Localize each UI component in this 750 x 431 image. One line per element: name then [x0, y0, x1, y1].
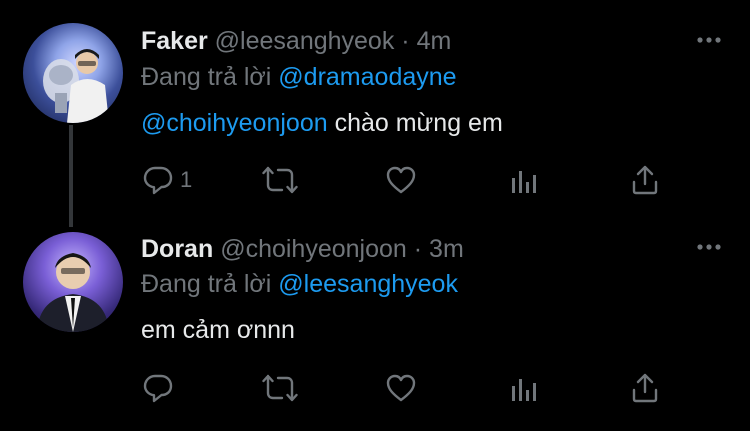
tweet-header: Doran @choihyeonjoon · 3m — [141, 235, 464, 264]
replying-prefix: Đang trả lời — [141, 63, 272, 91]
replying-to-link[interactable]: @dramaodayne — [278, 63, 456, 91]
replying-prefix: Đang trả lời — [141, 270, 272, 298]
share-button[interactable] — [630, 160, 660, 200]
reply-icon — [143, 374, 173, 403]
share-icon — [632, 165, 658, 195]
display-name[interactable]: Faker — [141, 27, 208, 55]
reply-count: 1 — [180, 167, 193, 192]
analytics-button[interactable] — [509, 160, 539, 200]
person-photo-icon — [37, 253, 109, 332]
tweet-faker[interactable]: Faker @leesanghyeok · 4m Đang trả lời @d… — [0, 0, 750, 227]
timestamp[interactable]: 4m — [417, 27, 452, 55]
timestamp[interactable]: 3m — [429, 235, 464, 263]
more-options-icon[interactable] — [694, 237, 724, 257]
analytics-icon — [512, 379, 536, 401]
replying-to-link[interactable]: @leesanghyeok — [278, 270, 458, 298]
replying-to: Đang trả lời @dramaodayne — [141, 63, 457, 92]
user-handle[interactable]: @choihyeonjoon — [220, 235, 407, 263]
action-bar: 1 — [0, 160, 750, 200]
tweet-doran[interactable]: Doran @choihyeonjoon · 3m Đang trả lời @… — [0, 215, 750, 431]
display-name[interactable]: Doran — [141, 235, 213, 263]
avatar[interactable] — [23, 232, 123, 332]
tweet-body-text: em cảm ơnnn — [141, 316, 295, 344]
analytics-button[interactable] — [509, 368, 539, 408]
share-button[interactable] — [630, 368, 660, 408]
separator-dot: · — [413, 235, 423, 263]
action-bar — [0, 368, 750, 408]
tweet-header: Faker @leesanghyeok · 4m — [141, 27, 451, 56]
replying-to: Đang trả lời @leesanghyeok — [141, 270, 458, 299]
reply-button[interactable] — [142, 368, 174, 408]
mention-link[interactable]: @choihyeonjoon — [141, 109, 328, 137]
retweet-button[interactable] — [262, 368, 298, 408]
like-button[interactable] — [385, 368, 417, 408]
more-options-icon[interactable] — [694, 30, 724, 50]
analytics-icon — [512, 171, 536, 193]
reply-icon — [143, 166, 173, 195]
tweet-text: em cảm ơnnn — [141, 316, 295, 345]
retweet-icon — [262, 374, 298, 402]
heart-icon — [386, 166, 416, 194]
user-handle[interactable]: @leesanghyeok — [215, 27, 395, 55]
like-button[interactable] — [385, 160, 417, 200]
tweet-body-text: chào mừng em — [334, 109, 503, 137]
retweet-icon — [262, 166, 298, 194]
reply-button[interactable]: 1 — [142, 160, 192, 200]
share-icon — [632, 373, 658, 403]
tweet-text: @choihyeonjoon chào mừng em — [141, 109, 503, 138]
avatar[interactable] — [23, 23, 123, 123]
separator-dot: · — [401, 27, 410, 55]
trophy-photo-icon — [43, 49, 109, 123]
retweet-button[interactable] — [262, 160, 298, 200]
heart-icon — [386, 374, 416, 402]
